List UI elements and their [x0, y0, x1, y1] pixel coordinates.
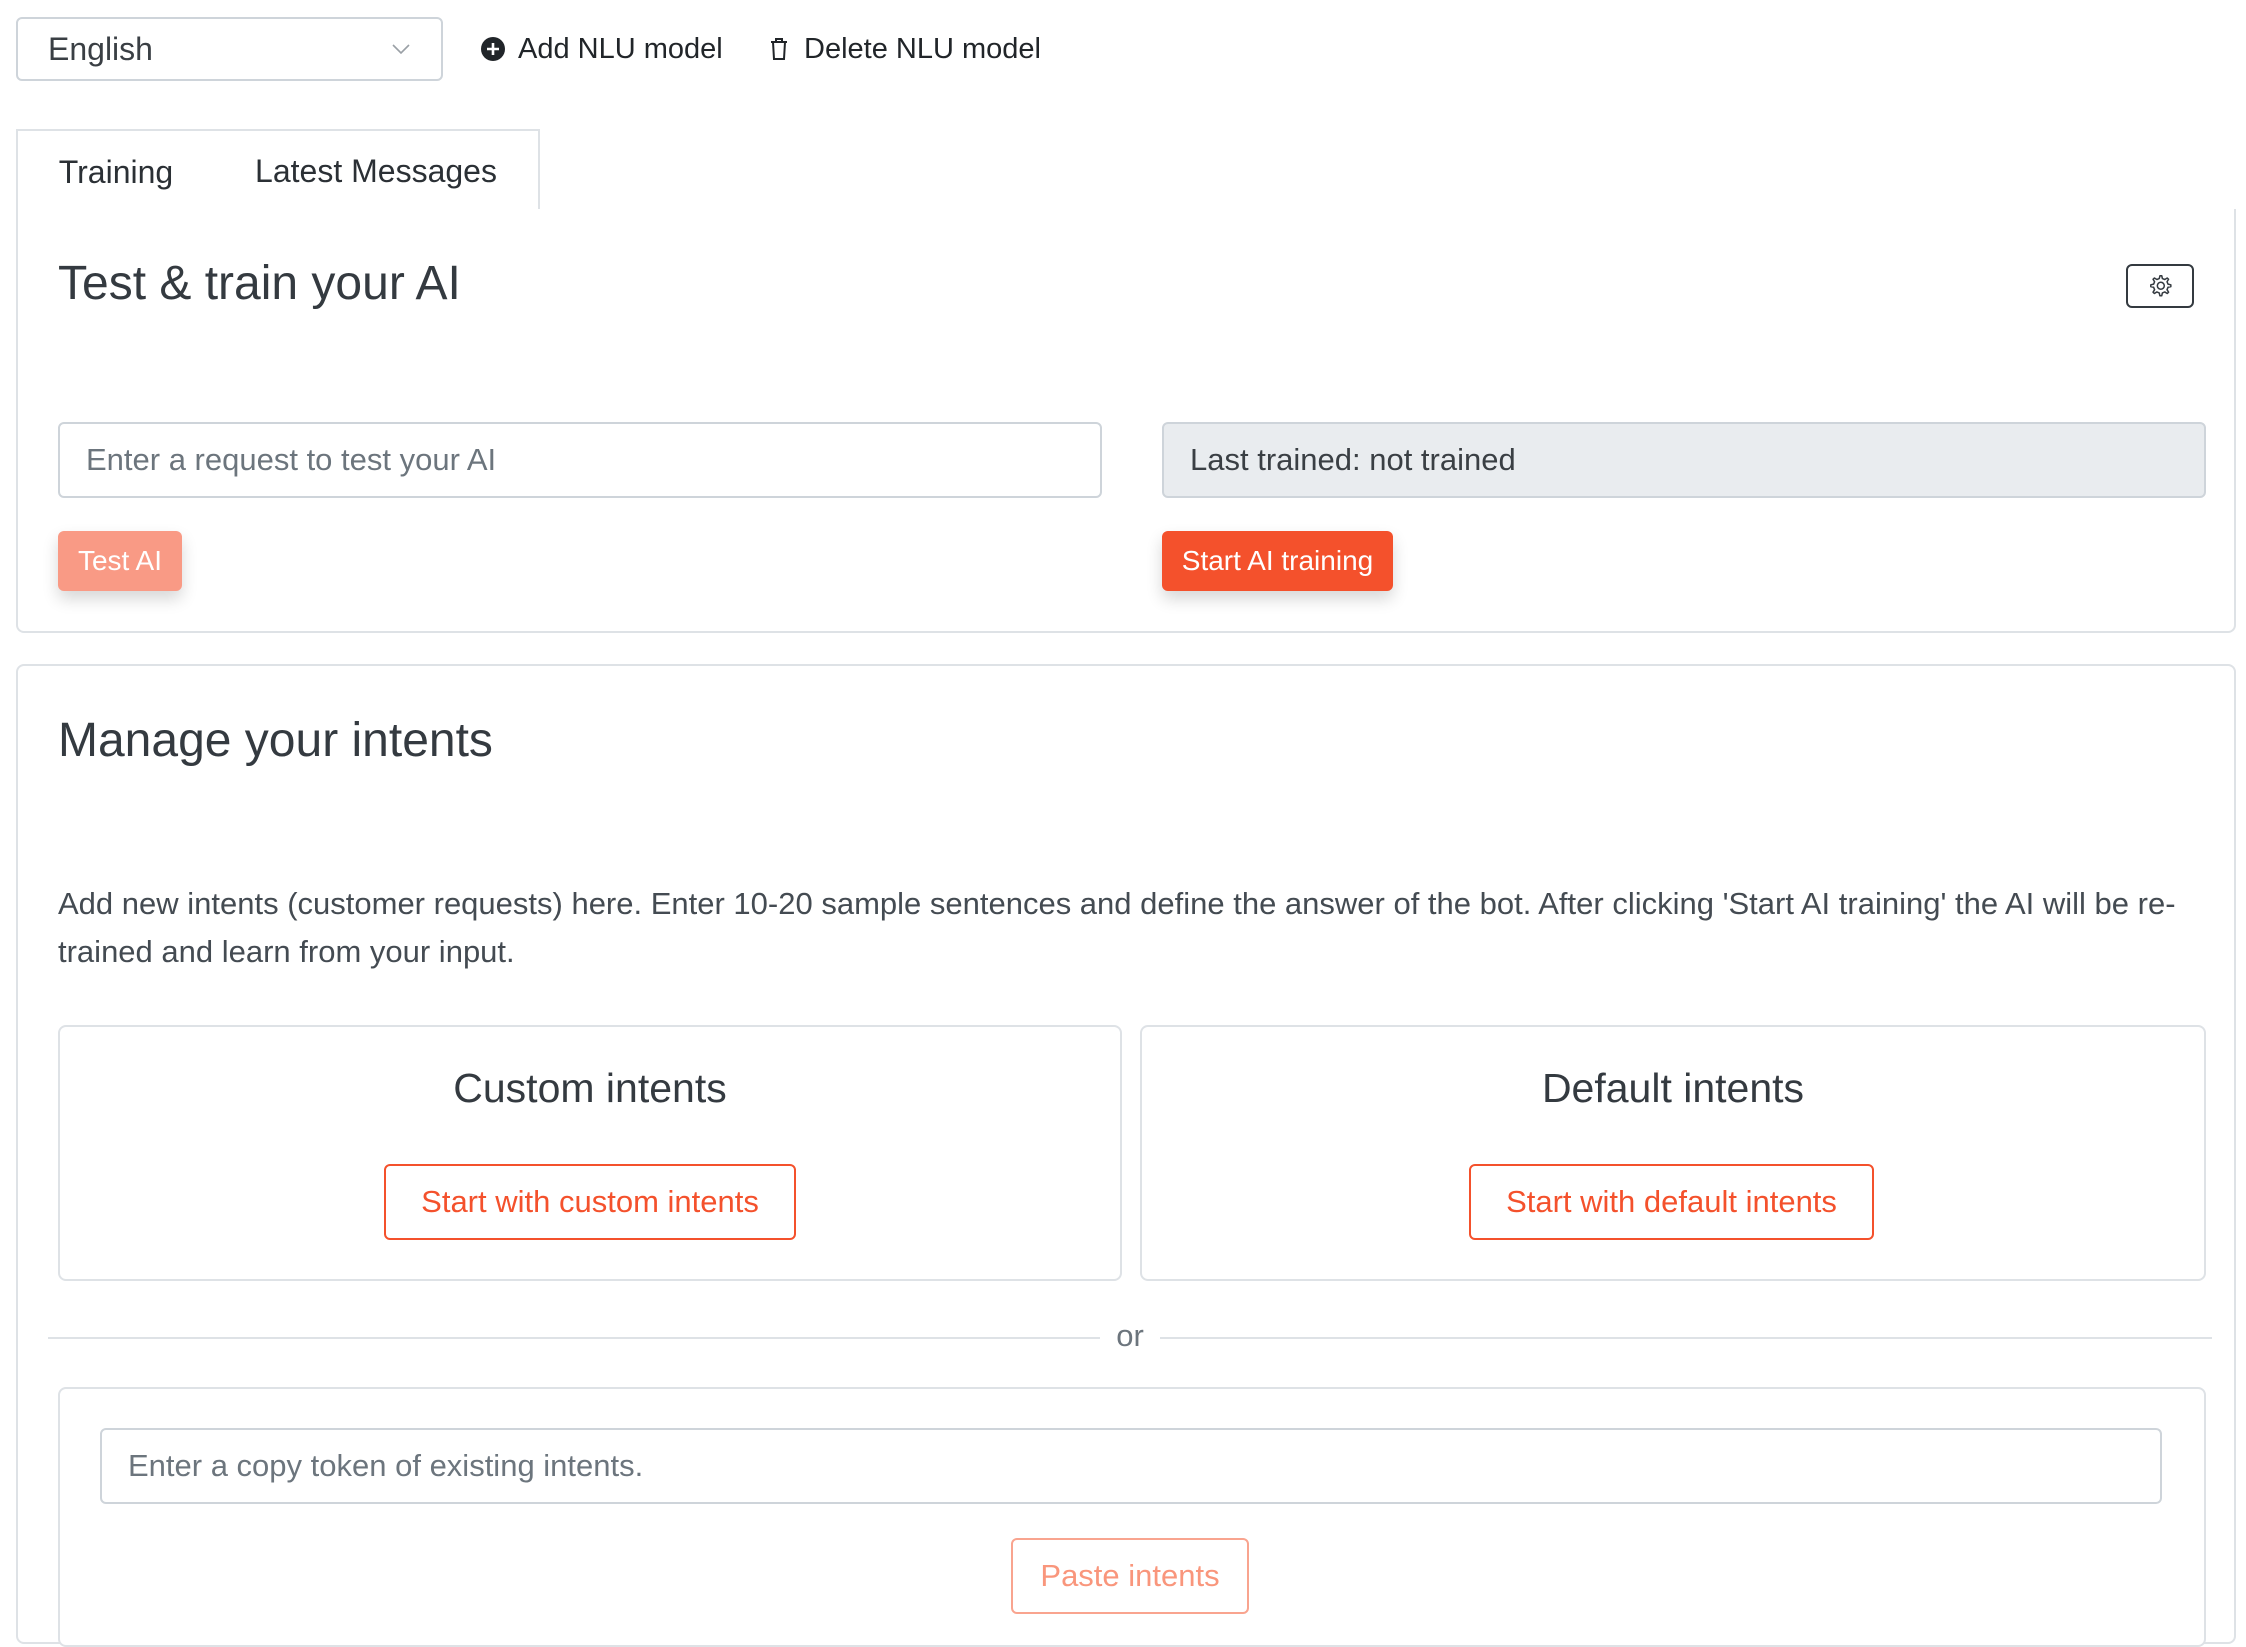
tab-training[interactable]: Training: [16, 129, 214, 213]
delete-nlu-model-label: Delete NLU model: [804, 32, 1041, 65]
language-select-value: English: [48, 30, 153, 67]
default-intents-title: Default intents: [1541, 1065, 1805, 1111]
tab-latest-messages[interactable]: Latest Messages: [212, 129, 540, 211]
tab-training-label: Training: [58, 153, 174, 190]
start-ai-training-button[interactable]: Start AI training: [1162, 531, 1393, 591]
add-nlu-model-button[interactable]: Add NLU model: [480, 24, 723, 74]
chevron-down-icon: [392, 44, 410, 55]
start-custom-intents-button[interactable]: Start with custom intents: [384, 1164, 796, 1240]
intents-description: Add new intents (customer requests) here…: [58, 886, 2176, 969]
trash-icon: [766, 36, 792, 62]
custom-intents-card: [58, 1025, 1122, 1281]
manage-intents-title: Manage your intents: [58, 714, 493, 767]
test-request-input[interactable]: [58, 422, 1102, 498]
last-trained-text: Last trained: not trained: [1190, 442, 1516, 477]
settings-button[interactable]: [2126, 264, 2194, 308]
start-default-intents-button[interactable]: Start with default intents: [1469, 1164, 1874, 1240]
delete-nlu-model-button[interactable]: Delete NLU model: [766, 24, 1041, 74]
last-trained-field: Last trained: not trained: [1162, 422, 2206, 498]
gear-icon: [2150, 274, 2172, 297]
or-label: or: [1116, 1318, 1144, 1353]
paste-intents-button[interactable]: Paste intents: [1011, 1538, 1249, 1614]
test-ai-button[interactable]: Test AI: [58, 531, 182, 591]
or-divider-right: [1160, 1337, 2212, 1339]
default-intents-card: [1140, 1025, 2206, 1281]
add-nlu-model-label: Add NLU model: [518, 32, 723, 65]
tab-latest-messages-label: Latest Messages: [255, 152, 497, 189]
custom-intents-title: Custom intents: [453, 1065, 727, 1111]
language-select[interactable]: English: [16, 17, 443, 81]
or-divider-left: [48, 1337, 1100, 1339]
copy-token-input[interactable]: [100, 1428, 2162, 1504]
test-train-title: Test & train your AI: [58, 257, 461, 310]
plus-circle-icon: [480, 36, 506, 62]
